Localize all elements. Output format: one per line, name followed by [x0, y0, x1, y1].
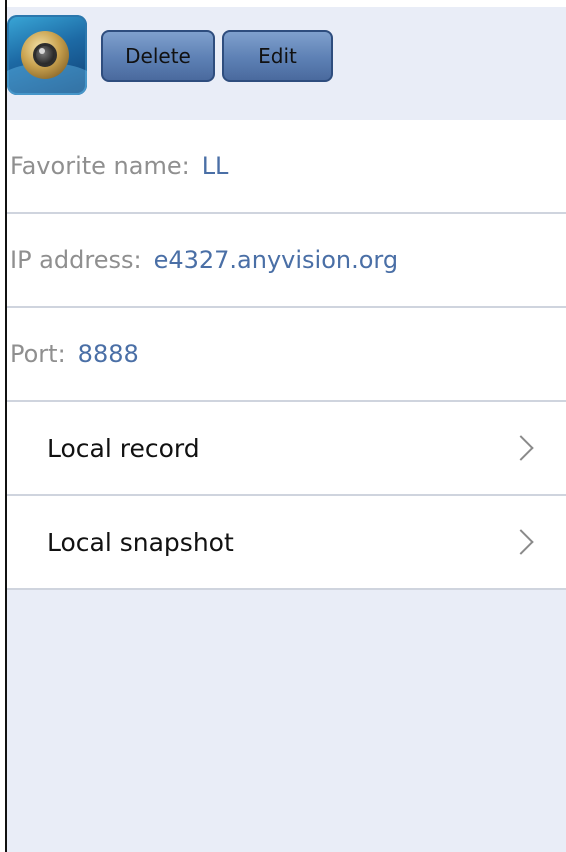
port-label: Port: — [10, 340, 66, 368]
local-snapshot-label: Local snapshot — [47, 527, 234, 557]
local-record-label: Local record — [47, 433, 200, 463]
ip-address-label: IP address: — [10, 246, 142, 274]
chevron-right-icon — [508, 435, 534, 461]
favorite-name-value: LL — [201, 152, 229, 180]
favorite-details-panel: Favorite name: LL IP address: e4327.anyv… — [7, 120, 566, 590]
favorite-name-row: Favorite name: LL — [7, 120, 566, 214]
ip-address-row: IP address: e4327.anyvision.org — [7, 214, 566, 308]
delete-button[interactable]: Delete — [101, 30, 215, 82]
lens-glint — [39, 48, 45, 54]
lens-center — [33, 43, 57, 67]
favorite-name-label: Favorite name: — [10, 152, 190, 180]
port-value: 8888 — [77, 340, 139, 368]
port-row: Port: 8888 — [7, 308, 566, 402]
top-edge — [0, 0, 566, 7]
local-record-item[interactable]: Local record — [7, 402, 566, 496]
left-edge — [0, 0, 7, 852]
camera-lens-icon[interactable] — [7, 15, 87, 95]
ip-address-value: e4327.anyvision.org — [153, 246, 399, 274]
chevron-right-icon — [508, 529, 534, 555]
edit-button[interactable]: Edit — [222, 30, 333, 82]
local-snapshot-item[interactable]: Local snapshot — [7, 496, 566, 590]
